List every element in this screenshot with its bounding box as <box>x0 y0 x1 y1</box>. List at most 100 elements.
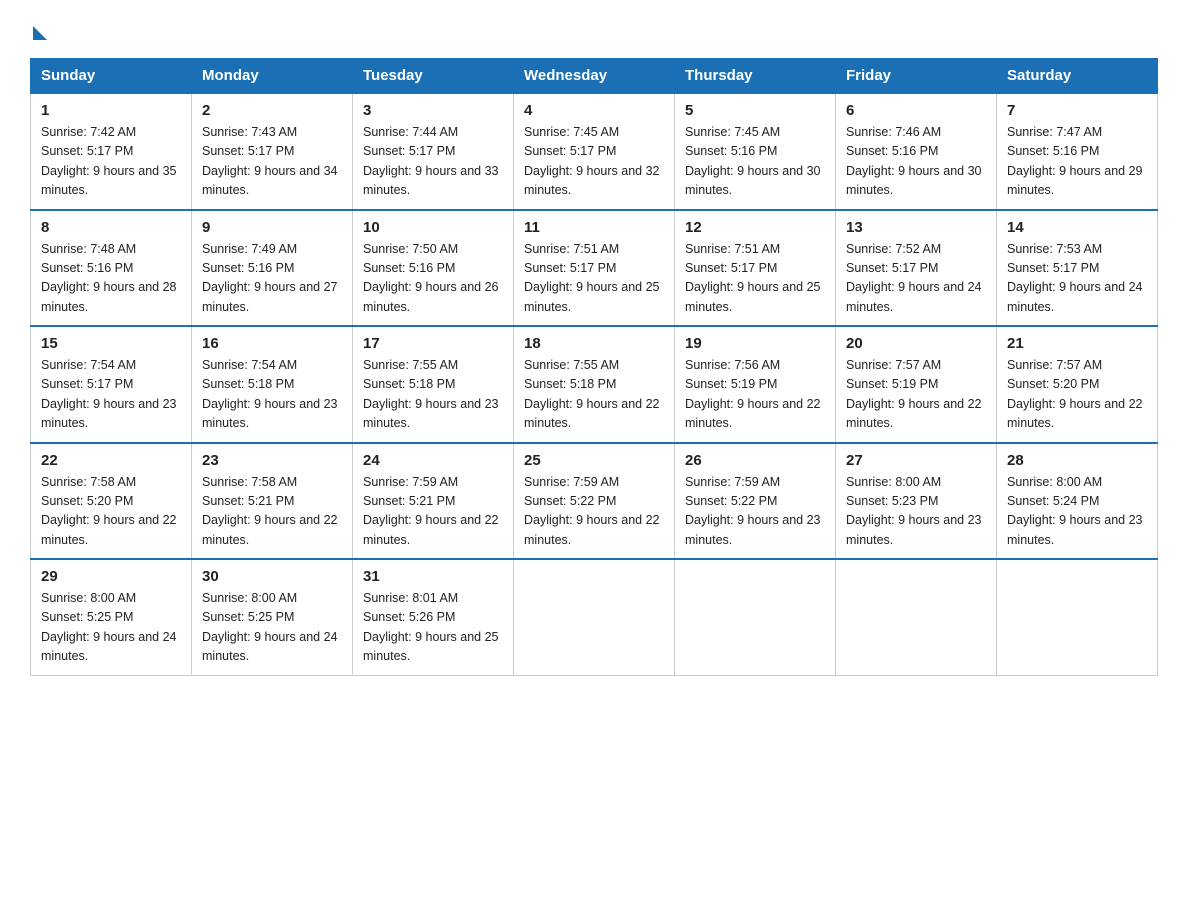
day-number: 13 <box>846 219 986 236</box>
day-info: Sunrise: 7:59 AM Sunset: 5:21 PM Dayligh… <box>363 473 503 551</box>
day-info: Sunrise: 7:45 AM Sunset: 5:16 PM Dayligh… <box>685 123 825 201</box>
day-info: Sunrise: 7:55 AM Sunset: 5:18 PM Dayligh… <box>363 356 503 434</box>
calendar-cell: 26 Sunrise: 7:59 AM Sunset: 5:22 PM Dayl… <box>675 443 836 560</box>
day-info: Sunrise: 7:57 AM Sunset: 5:19 PM Dayligh… <box>846 356 986 434</box>
day-info: Sunrise: 8:00 AM Sunset: 5:25 PM Dayligh… <box>202 589 342 667</box>
day-info: Sunrise: 7:55 AM Sunset: 5:18 PM Dayligh… <box>524 356 664 434</box>
day-number: 19 <box>685 335 825 352</box>
calendar-cell: 28 Sunrise: 8:00 AM Sunset: 5:24 PM Dayl… <box>997 443 1158 560</box>
day-info: Sunrise: 7:50 AM Sunset: 5:16 PM Dayligh… <box>363 240 503 318</box>
calendar-cell: 4 Sunrise: 7:45 AM Sunset: 5:17 PM Dayli… <box>514 93 675 210</box>
day-number: 25 <box>524 452 664 469</box>
day-info: Sunrise: 7:45 AM Sunset: 5:17 PM Dayligh… <box>524 123 664 201</box>
weekday-header-tuesday: Tuesday <box>353 59 514 94</box>
calendar-cell: 31 Sunrise: 8:01 AM Sunset: 5:26 PM Dayl… <box>353 559 514 675</box>
calendar-cell: 23 Sunrise: 7:58 AM Sunset: 5:21 PM Dayl… <box>192 443 353 560</box>
day-info: Sunrise: 8:00 AM Sunset: 5:23 PM Dayligh… <box>846 473 986 551</box>
calendar-cell: 12 Sunrise: 7:51 AM Sunset: 5:17 PM Dayl… <box>675 210 836 327</box>
day-number: 17 <box>363 335 503 352</box>
calendar-cell <box>675 559 836 675</box>
day-number: 1 <box>41 102 181 119</box>
calendar-cell: 2 Sunrise: 7:43 AM Sunset: 5:17 PM Dayli… <box>192 93 353 210</box>
weekday-header-sunday: Sunday <box>31 59 192 94</box>
calendar-cell <box>997 559 1158 675</box>
day-number: 24 <box>363 452 503 469</box>
calendar-cell: 29 Sunrise: 8:00 AM Sunset: 5:25 PM Dayl… <box>31 559 192 675</box>
day-info: Sunrise: 8:00 AM Sunset: 5:24 PM Dayligh… <box>1007 473 1147 551</box>
calendar-cell: 8 Sunrise: 7:48 AM Sunset: 5:16 PM Dayli… <box>31 210 192 327</box>
day-number: 26 <box>685 452 825 469</box>
day-number: 20 <box>846 335 986 352</box>
day-info: Sunrise: 7:59 AM Sunset: 5:22 PM Dayligh… <box>524 473 664 551</box>
day-info: Sunrise: 7:51 AM Sunset: 5:17 PM Dayligh… <box>685 240 825 318</box>
day-info: Sunrise: 7:59 AM Sunset: 5:22 PM Dayligh… <box>685 473 825 551</box>
day-number: 29 <box>41 568 181 585</box>
day-info: Sunrise: 7:57 AM Sunset: 5:20 PM Dayligh… <box>1007 356 1147 434</box>
calendar-cell: 30 Sunrise: 8:00 AM Sunset: 5:25 PM Dayl… <box>192 559 353 675</box>
day-number: 6 <box>846 102 986 119</box>
day-number: 5 <box>685 102 825 119</box>
calendar-cell: 5 Sunrise: 7:45 AM Sunset: 5:16 PM Dayli… <box>675 93 836 210</box>
day-number: 18 <box>524 335 664 352</box>
logo <box>30 20 47 40</box>
calendar-cell: 25 Sunrise: 7:59 AM Sunset: 5:22 PM Dayl… <box>514 443 675 560</box>
weekday-header-wednesday: Wednesday <box>514 59 675 94</box>
calendar-cell: 10 Sunrise: 7:50 AM Sunset: 5:16 PM Dayl… <box>353 210 514 327</box>
day-info: Sunrise: 7:49 AM Sunset: 5:16 PM Dayligh… <box>202 240 342 318</box>
calendar-header: SundayMondayTuesdayWednesdayThursdayFrid… <box>31 59 1158 94</box>
calendar-week-3: 15 Sunrise: 7:54 AM Sunset: 5:17 PM Dayl… <box>31 326 1158 443</box>
day-info: Sunrise: 7:51 AM Sunset: 5:17 PM Dayligh… <box>524 240 664 318</box>
calendar-cell: 14 Sunrise: 7:53 AM Sunset: 5:17 PM Dayl… <box>997 210 1158 327</box>
calendar-cell: 6 Sunrise: 7:46 AM Sunset: 5:16 PM Dayli… <box>836 93 997 210</box>
day-number: 14 <box>1007 219 1147 236</box>
day-number: 2 <box>202 102 342 119</box>
day-number: 16 <box>202 335 342 352</box>
calendar-cell <box>836 559 997 675</box>
calendar-cell: 17 Sunrise: 7:55 AM Sunset: 5:18 PM Dayl… <box>353 326 514 443</box>
day-info: Sunrise: 7:43 AM Sunset: 5:17 PM Dayligh… <box>202 123 342 201</box>
day-info: Sunrise: 7:53 AM Sunset: 5:17 PM Dayligh… <box>1007 240 1147 318</box>
calendar-cell: 7 Sunrise: 7:47 AM Sunset: 5:16 PM Dayli… <box>997 93 1158 210</box>
page-header <box>30 20 1158 40</box>
calendar-cell: 13 Sunrise: 7:52 AM Sunset: 5:17 PM Dayl… <box>836 210 997 327</box>
calendar-week-4: 22 Sunrise: 7:58 AM Sunset: 5:20 PM Dayl… <box>31 443 1158 560</box>
day-info: Sunrise: 7:54 AM Sunset: 5:18 PM Dayligh… <box>202 356 342 434</box>
day-number: 28 <box>1007 452 1147 469</box>
calendar-cell: 19 Sunrise: 7:56 AM Sunset: 5:19 PM Dayl… <box>675 326 836 443</box>
day-number: 27 <box>846 452 986 469</box>
calendar-week-2: 8 Sunrise: 7:48 AM Sunset: 5:16 PM Dayli… <box>31 210 1158 327</box>
day-number: 31 <box>363 568 503 585</box>
day-number: 23 <box>202 452 342 469</box>
day-number: 21 <box>1007 335 1147 352</box>
calendar-cell: 21 Sunrise: 7:57 AM Sunset: 5:20 PM Dayl… <box>997 326 1158 443</box>
weekday-header-monday: Monday <box>192 59 353 94</box>
calendar-cell: 3 Sunrise: 7:44 AM Sunset: 5:17 PM Dayli… <box>353 93 514 210</box>
day-info: Sunrise: 7:48 AM Sunset: 5:16 PM Dayligh… <box>41 240 181 318</box>
calendar-week-1: 1 Sunrise: 7:42 AM Sunset: 5:17 PM Dayli… <box>31 93 1158 210</box>
day-number: 3 <box>363 102 503 119</box>
calendar-cell: 20 Sunrise: 7:57 AM Sunset: 5:19 PM Dayl… <box>836 326 997 443</box>
day-number: 15 <box>41 335 181 352</box>
day-info: Sunrise: 7:46 AM Sunset: 5:16 PM Dayligh… <box>846 123 986 201</box>
day-number: 12 <box>685 219 825 236</box>
calendar-cell <box>514 559 675 675</box>
day-info: Sunrise: 8:01 AM Sunset: 5:26 PM Dayligh… <box>363 589 503 667</box>
day-info: Sunrise: 7:44 AM Sunset: 5:17 PM Dayligh… <box>363 123 503 201</box>
logo-arrow-icon <box>33 26 47 40</box>
calendar-cell: 24 Sunrise: 7:59 AM Sunset: 5:21 PM Dayl… <box>353 443 514 560</box>
day-number: 30 <box>202 568 342 585</box>
calendar-table: SundayMondayTuesdayWednesdayThursdayFrid… <box>30 58 1158 676</box>
day-info: Sunrise: 7:58 AM Sunset: 5:21 PM Dayligh… <box>202 473 342 551</box>
calendar-cell: 1 Sunrise: 7:42 AM Sunset: 5:17 PM Dayli… <box>31 93 192 210</box>
day-info: Sunrise: 7:52 AM Sunset: 5:17 PM Dayligh… <box>846 240 986 318</box>
day-info: Sunrise: 7:47 AM Sunset: 5:16 PM Dayligh… <box>1007 123 1147 201</box>
day-info: Sunrise: 7:54 AM Sunset: 5:17 PM Dayligh… <box>41 356 181 434</box>
day-number: 10 <box>363 219 503 236</box>
day-number: 9 <box>202 219 342 236</box>
calendar-cell: 9 Sunrise: 7:49 AM Sunset: 5:16 PM Dayli… <box>192 210 353 327</box>
day-number: 22 <box>41 452 181 469</box>
weekday-header-saturday: Saturday <box>997 59 1158 94</box>
weekday-header-thursday: Thursday <box>675 59 836 94</box>
calendar-week-5: 29 Sunrise: 8:00 AM Sunset: 5:25 PM Dayl… <box>31 559 1158 675</box>
calendar-cell: 22 Sunrise: 7:58 AM Sunset: 5:20 PM Dayl… <box>31 443 192 560</box>
